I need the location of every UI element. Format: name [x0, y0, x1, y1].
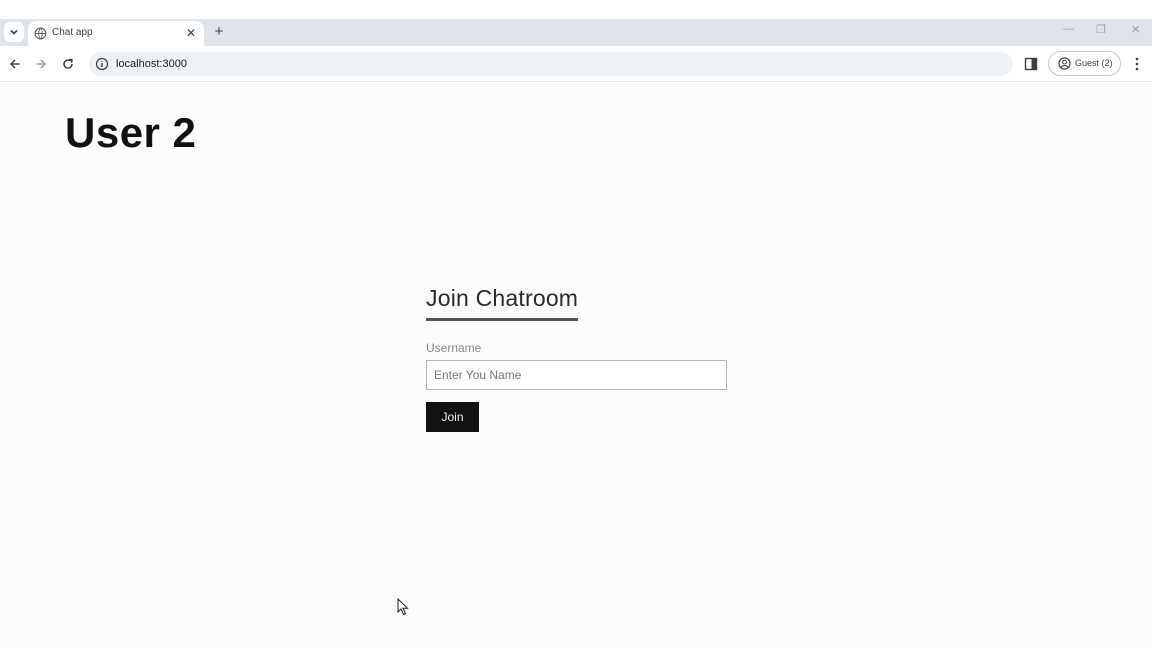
tab-bar: Chat app ✕ + — ❐ ✕: [0, 19, 1152, 47]
tab-close-icon[interactable]: ✕: [186, 26, 196, 40]
browser-toolbar: localhost:3000 Guest (2): [0, 46, 1152, 82]
back-button[interactable]: [6, 55, 24, 73]
minimize-icon[interactable]: —: [1063, 23, 1074, 35]
join-button[interactable]: Join: [426, 402, 479, 432]
top-strip: [0, 0, 1152, 19]
join-form: Join Chatroom Username Join: [426, 285, 728, 432]
username-label: Username: [426, 341, 482, 355]
close-window-icon[interactable]: ✕: [1131, 23, 1140, 36]
kebab-menu-icon[interactable]: [1131, 56, 1143, 72]
forward-button[interactable]: [32, 55, 50, 73]
profile-label: Guest (2): [1075, 58, 1113, 68]
arrow-left-icon: [9, 59, 20, 69]
address-bar[interactable]: localhost:3000: [89, 52, 1013, 76]
address-url: localhost:3000: [116, 58, 187, 70]
reload-icon: [63, 58, 73, 69]
tab-search-button[interactable]: [4, 22, 24, 42]
username-input[interactable]: [426, 360, 727, 390]
tab-title: Chat app: [52, 27, 93, 38]
restore-icon[interactable]: ❐: [1096, 23, 1106, 36]
form-title: Join Chatroom: [426, 285, 579, 321]
page-content: User 2 Join Chatroom Username Join: [0, 83, 1152, 648]
person-icon: [1058, 57, 1071, 70]
info-icon[interactable]: [95, 57, 109, 71]
profile-button[interactable]: Guest (2): [1048, 51, 1121, 76]
page-heading: User 2: [65, 109, 197, 156]
mouse-cursor-icon: [397, 598, 409, 616]
reload-button[interactable]: [59, 55, 77, 73]
tab-chat-app[interactable]: Chat app ✕: [28, 21, 204, 47]
chevron-down-icon: [10, 29, 18, 35]
new-tab-button[interactable]: +: [210, 22, 228, 40]
side-panel-icon[interactable]: [1024, 57, 1038, 71]
arrow-right-icon: [36, 59, 47, 69]
globe-icon: [34, 27, 47, 40]
